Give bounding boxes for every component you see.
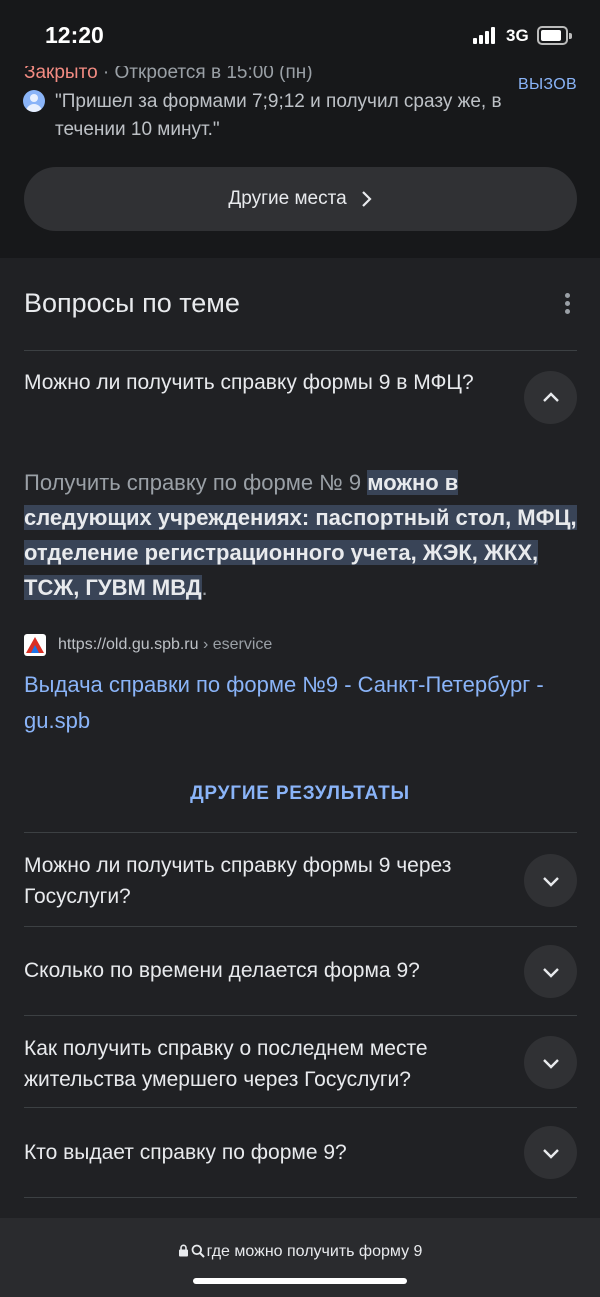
- other-places-label: Другие места: [228, 188, 347, 209]
- expand-button-1[interactable]: [524, 854, 577, 907]
- divider: [24, 1015, 577, 1016]
- divider: [24, 926, 577, 927]
- more-options-icon[interactable]: [563, 293, 571, 319]
- answer-plain: Получить справку по форме № 9: [24, 470, 368, 495]
- chevron-down-icon: [542, 876, 559, 887]
- more-results-button[interactable]: ДРУГИЕ РЕЗУЛЬТАТЫ: [0, 783, 600, 805]
- network-type: 3G: [506, 26, 529, 45]
- source-domain: https://old.gu.spb.ru: [58, 636, 199, 653]
- chevron-down-icon: [542, 967, 559, 978]
- divider: [24, 832, 577, 833]
- chevron-down-icon: [542, 1148, 559, 1159]
- review-snippet: "Пришел за формами 7;9;12 и получил сраз…: [55, 91, 502, 140]
- paa-title: Вопросы по теме: [24, 288, 240, 318]
- site-favicon-icon: [24, 634, 46, 656]
- answer-end: .: [201, 575, 208, 600]
- signal-icon: [473, 27, 499, 44]
- status-time: 12:20: [45, 22, 104, 48]
- chevron-down-icon: [542, 1058, 559, 1069]
- search-icon: [191, 1244, 205, 1258]
- result-title-link[interactable]: Выдача справки по форме №9 - Санкт-Петер…: [24, 667, 579, 739]
- call-button[interactable]: ВЫЗОВ: [518, 76, 577, 94]
- address-query: где можно получить форму 9: [206, 1243, 423, 1260]
- expand-button-2[interactable]: [524, 945, 577, 998]
- expand-button-3[interactable]: [524, 1036, 577, 1089]
- home-indicator[interactable]: [193, 1278, 407, 1284]
- paa-question-expanded[interactable]: Можно ли получить справку формы 9 в МФЦ?: [24, 367, 494, 398]
- paa-question-4[interactable]: Кто выдает справку по форме 9?: [24, 1137, 494, 1168]
- reviewer-avatar-icon: [23, 90, 45, 112]
- divider: [24, 1197, 577, 1198]
- lock-icon: [178, 1244, 188, 1257]
- source-breadcrumb: › eservice: [198, 636, 273, 653]
- divider: [24, 1107, 577, 1108]
- answer-snippet: Получить справку по форме № 9 можно в сл…: [24, 465, 579, 605]
- paa-question-3[interactable]: Как получить справку о последнем месте ж…: [24, 1033, 494, 1095]
- paa-question-1[interactable]: Можно ли получить справку формы 9 через …: [24, 850, 494, 912]
- collapse-button[interactable]: [524, 371, 577, 424]
- status-bar: 12:20 3G: [0, 0, 600, 66]
- expand-button-4[interactable]: [524, 1126, 577, 1179]
- other-places-button[interactable]: Другие места: [24, 167, 577, 231]
- paa-question-2[interactable]: Сколько по времени делается форма 9?: [24, 955, 494, 986]
- source-url[interactable]: https://old.gu.spb.ru › eservice: [58, 636, 272, 654]
- divider: [24, 350, 577, 351]
- battery-icon: [537, 26, 572, 45]
- chevron-right-icon: [361, 191, 372, 207]
- chevron-up-icon: [542, 391, 559, 402]
- address-bar[interactable]: где можно получить форму 9: [0, 1243, 600, 1261]
